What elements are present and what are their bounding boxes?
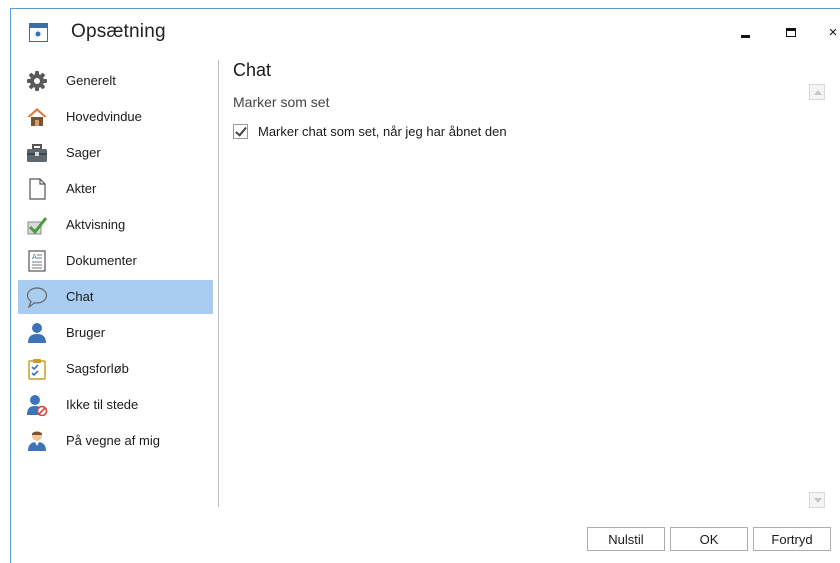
checkbox-label: Marker chat som set, når jeg har åbnet d… [258, 124, 507, 139]
speech-bubble-icon [26, 287, 48, 308]
settings-app-icon [29, 23, 48, 42]
maximize-button[interactable] [777, 19, 805, 45]
sidebar-item-dokumenter[interactable]: A Dokumenter [18, 244, 213, 278]
sidebar-item-label: Bruger [66, 325, 106, 340]
sidebar-item-ikke-til-stede[interactable]: Ikke til stede [18, 388, 213, 422]
minimize-button[interactable] [731, 19, 759, 45]
sidebar-item-label: Hovedvindue [66, 109, 142, 124]
sidebar-item-label: Chat [66, 289, 94, 304]
briefcase-icon [27, 144, 47, 162]
maximize-icon [786, 27, 796, 37]
sidebar-item-label: Ikke til stede [66, 397, 139, 412]
checkmark-icon [27, 217, 48, 235]
sidebar-item-label: På vegne af mig [66, 433, 160, 448]
sidebar-item-akter[interactable]: Akter [18, 172, 213, 206]
sidebar-item-generelt[interactable]: Generelt [18, 64, 213, 98]
content-scrollbar[interactable] [808, 84, 826, 514]
user-away-icon [27, 395, 48, 416]
delegate-user-icon [28, 431, 46, 451]
document-icon [29, 178, 46, 200]
window-title: Opsætning [71, 21, 166, 42]
minimize-icon [740, 34, 750, 38]
gear-icon [27, 71, 47, 91]
text-document-icon: A [28, 250, 46, 272]
svg-text:A: A [32, 253, 37, 261]
scroll-up-button[interactable] [809, 84, 825, 100]
sidebar-item-label: Aktvisning [66, 217, 126, 232]
sidebar-item-label: Generelt [66, 73, 116, 88]
sidebar-item-aktvisning[interactable]: Aktvisning [18, 208, 213, 242]
mark-chat-read-checkbox[interactable] [233, 124, 248, 139]
scroll-down-button[interactable] [809, 492, 825, 508]
sidebar-item-hovedvindue[interactable]: Hovedvindue [18, 100, 213, 134]
sidebar-item-paa-vegne-af-mig[interactable]: På vegne af mig [18, 424, 213, 458]
sidebar-item-sagsforlob[interactable]: Sagsforløb [18, 352, 213, 386]
sidebar-item-label: Sagsforløb [66, 361, 129, 376]
page-title: Chat [233, 60, 272, 80]
clipboard-icon [28, 359, 46, 380]
cancel-button[interactable]: Fortryd [753, 527, 831, 551]
sidebar-divider [218, 60, 219, 507]
home-icon [27, 108, 47, 126]
sidebar-item-chat[interactable]: Chat [18, 280, 213, 314]
settings-sidebar: Generelt Hovedvindue Sager Akter Aktvisn… [18, 56, 213, 456]
close-button[interactable]: × [819, 19, 840, 45]
title-bar[interactable]: Opsætning × [11, 9, 840, 55]
mark-chat-read-option[interactable]: Marker chat som set, når jeg har åbnet d… [233, 124, 507, 139]
sidebar-item-sager[interactable]: Sager [18, 136, 213, 170]
sidebar-item-label: Sager [66, 145, 101, 160]
sidebar-item-label: Dokumenter [66, 253, 137, 268]
ok-button[interactable]: OK [670, 527, 748, 551]
reset-button[interactable]: Nulstil [587, 527, 665, 551]
section-title: Marker som set [233, 94, 330, 110]
sidebar-item-label: Akter [66, 181, 97, 196]
user-icon [28, 323, 46, 343]
sidebar-item-bruger[interactable]: Bruger [18, 316, 213, 350]
